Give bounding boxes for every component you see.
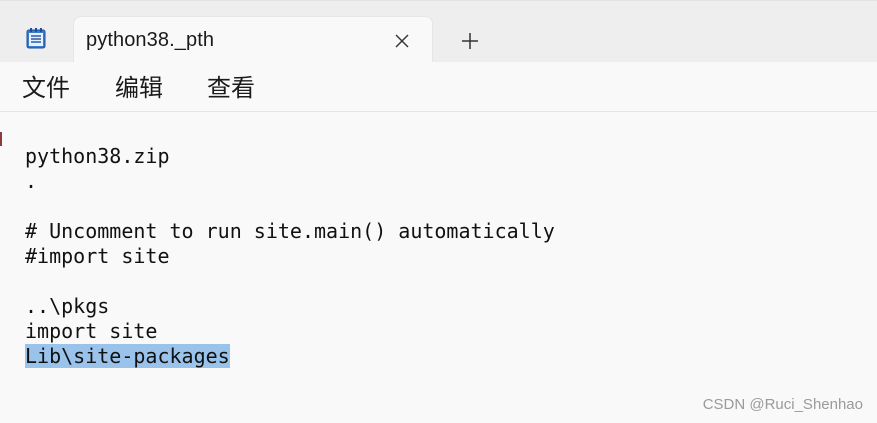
- menu-view[interactable]: 查看: [207, 72, 255, 104]
- editor-line: .: [25, 169, 38, 193]
- notepad-icon: [26, 27, 46, 49]
- editor-line-selected: Lib\site-packages: [25, 344, 555, 369]
- editor-line: # Uncomment to run site.main() automatic…: [25, 219, 555, 243]
- close-icon[interactable]: [389, 28, 415, 54]
- tab-title: python38._pth: [86, 29, 215, 51]
- tab-bar: python38._pth: [0, 0, 877, 63]
- plus-icon[interactable]: [455, 27, 485, 55]
- menu-bar: 文件 编辑 查看: [0, 62, 877, 112]
- menu-file[interactable]: 文件: [22, 72, 70, 104]
- editor-line: #import site: [25, 244, 170, 268]
- editor-line: import site: [25, 319, 158, 343]
- text-editor[interactable]: python38.zip . # Uncomment to run site.m…: [0, 112, 877, 423]
- tab-python38-pth[interactable]: python38._pth: [73, 16, 433, 63]
- editor-content[interactable]: python38.zip . # Uncomment to run site.m…: [25, 144, 555, 369]
- menu-edit[interactable]: 编辑: [115, 72, 163, 104]
- selected-text: Lib\site-packages: [25, 344, 230, 368]
- watermark: CSDN @Ruci_Shenhao: [702, 396, 863, 413]
- notepad-window: python38._pth 文件 编辑 查看 python38.zip . # …: [0, 0, 877, 423]
- editor-line: ..\pkgs: [25, 294, 110, 318]
- editor-line: python38.zip: [25, 144, 170, 168]
- margin-marker: [0, 132, 2, 146]
